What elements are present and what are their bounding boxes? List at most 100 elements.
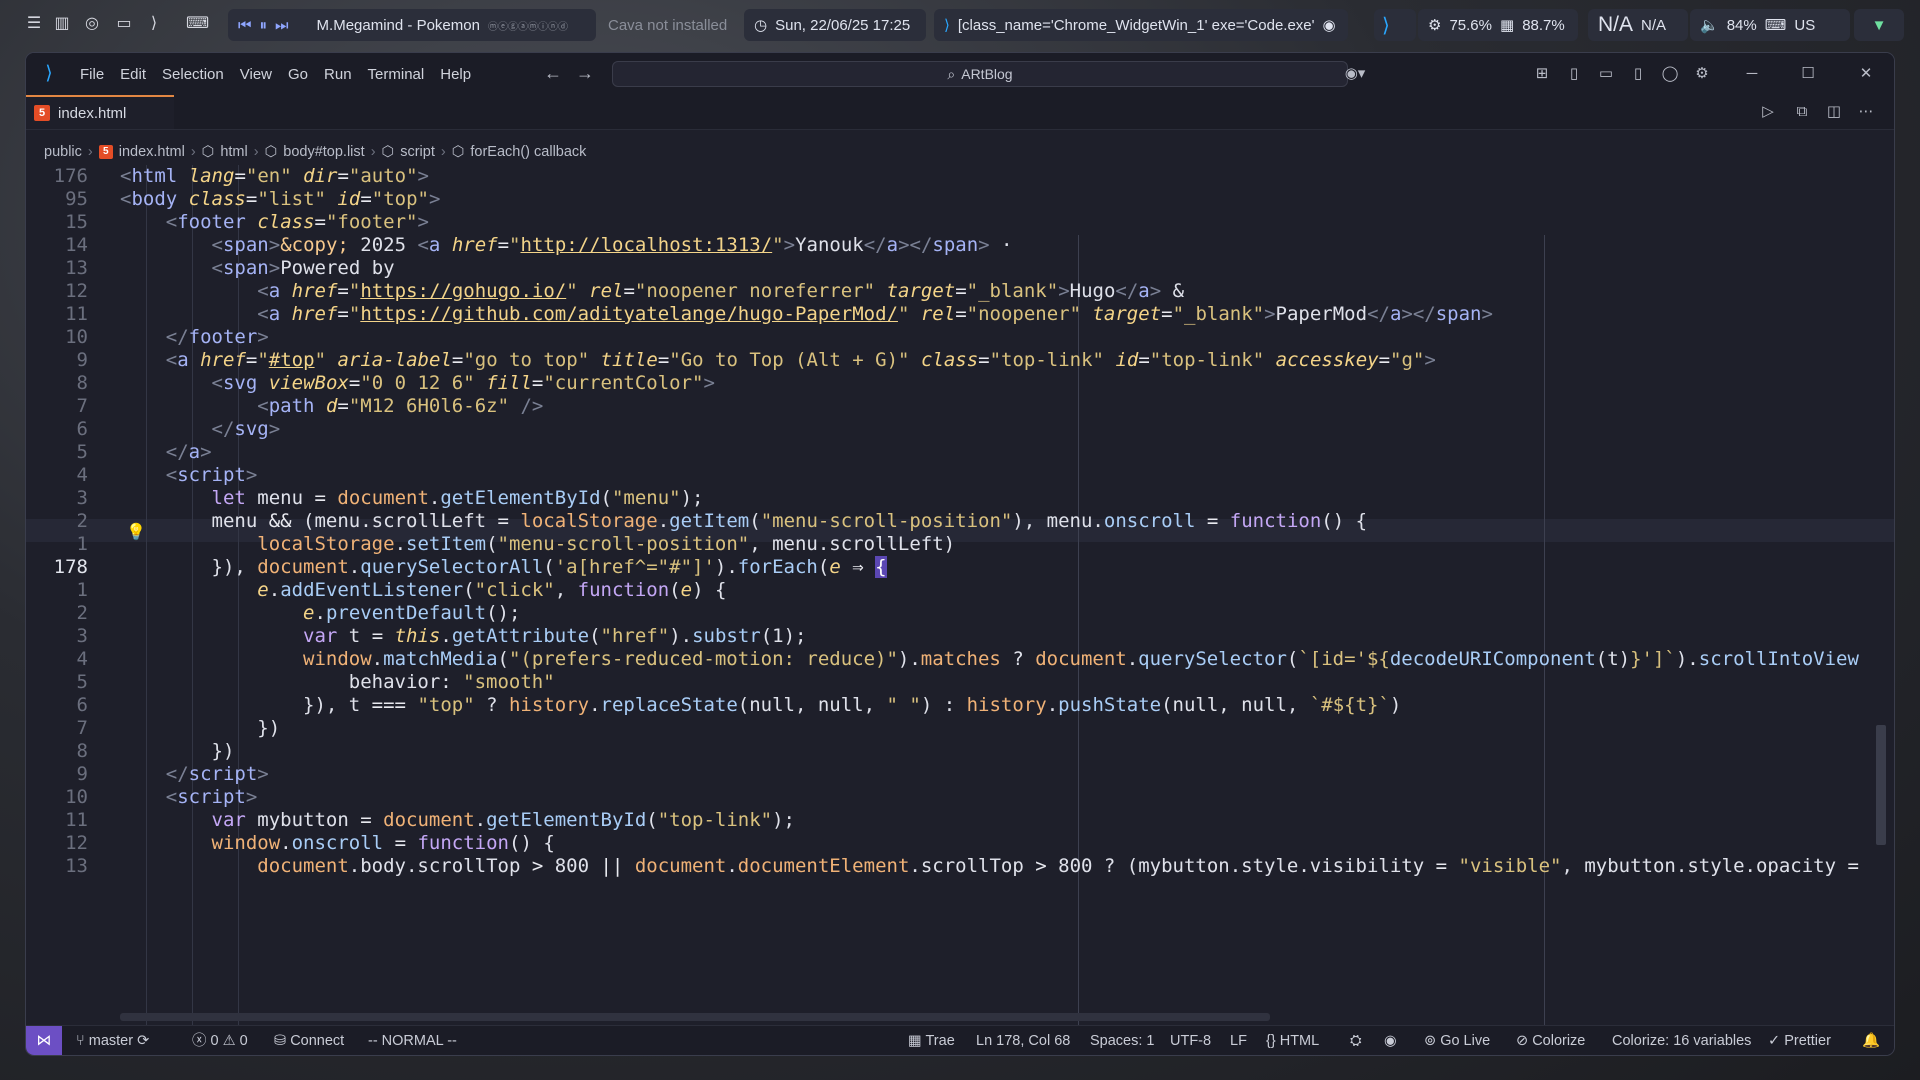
line-number: 7	[76, 395, 88, 417]
stats-icon[interactable]: ▥	[52, 14, 72, 34]
cursor-position[interactable]: Ln 178, Col 68	[976, 1026, 1070, 1055]
toggle-secondary-sidebar-icon[interactable]: ▯	[1628, 64, 1648, 84]
pause-icon[interactable]: ⏸	[260, 17, 268, 34]
error-icon: ⓧ	[192, 1033, 207, 1049]
language-mode[interactable]: {} HTML	[1266, 1026, 1319, 1055]
line-number: 2	[76, 602, 88, 624]
git-branch-icon: ⑂	[76, 1033, 85, 1049]
breadcrumb-html[interactable]: html	[220, 144, 247, 160]
indentation[interactable]: Spaces: 1	[1090, 1026, 1155, 1055]
prettier-label: Prettier	[1784, 1033, 1831, 1049]
menu-help[interactable]: Help	[432, 66, 479, 83]
horizontal-scrollbar[interactable]	[120, 1013, 1270, 1021]
keyboard-icon[interactable]: ⌨	[186, 14, 209, 34]
account-icon[interactable]: ◯	[1660, 64, 1680, 84]
encoding[interactable]: UTF-8	[1170, 1026, 1211, 1055]
vscode-icon: ⟩	[944, 17, 950, 34]
accounts-icon[interactable]: ⛭	[1350, 1026, 1362, 1055]
colorize-item[interactable]: ⊘ Colorize	[1516, 1026, 1585, 1055]
trae-icon: ▦	[908, 1033, 922, 1049]
breadcrumb-file[interactable]: index.html	[119, 144, 185, 160]
maximize-icon[interactable]: ☐	[1798, 64, 1818, 84]
breadcrumb-script[interactable]: script	[400, 144, 435, 160]
breadcrumb-public[interactable]: public	[44, 144, 82, 160]
line-number: 14	[65, 234, 88, 256]
line-number: 10	[65, 326, 88, 348]
trae-item[interactable]: ▦ Trae	[908, 1026, 955, 1055]
chevron-right-icon: ›	[190, 144, 196, 160]
media-title: M.Megamind - Pokemon	[316, 16, 480, 34]
wifi-widget[interactable]: ▼	[1854, 9, 1904, 41]
menu-run[interactable]: Run	[316, 66, 360, 83]
tab-index-html[interactable]: 5 index.html	[26, 95, 174, 129]
vscode-tray-icon[interactable]: ⟩	[144, 14, 164, 34]
next-track-icon[interactable]: ⏭	[275, 17, 289, 34]
browser-icon[interactable]: ◎	[82, 14, 102, 34]
memory-icon: ▦	[1500, 17, 1515, 34]
notifications-bell-icon[interactable]: 🔔	[1862, 1026, 1880, 1055]
more-actions-icon[interactable]: ⋯	[1856, 102, 1876, 122]
tab-label: index.html	[58, 104, 127, 122]
line-number: 176	[53, 165, 88, 187]
vscode-active-icon[interactable]: ⟩	[1374, 9, 1416, 41]
volume-lang-widget[interactable]: 🔈 84% ⌨ US	[1690, 9, 1850, 41]
cpu-value: 75.6%	[1449, 16, 1492, 34]
run-icon[interactable]: ▷	[1758, 102, 1778, 122]
vertical-scrollbar-thumb[interactable]	[1876, 725, 1886, 845]
end-of-line[interactable]: LF	[1230, 1026, 1247, 1055]
menu-view[interactable]: View	[232, 66, 280, 83]
toggle-panel-icon[interactable]: ▭	[1596, 64, 1616, 84]
customize-layout-icon[interactable]: ⊞	[1532, 64, 1552, 84]
branch-item[interactable]: ⑂ master ⟳	[76, 1026, 149, 1055]
memory-value: 88.7%	[1522, 16, 1565, 34]
problems-item[interactable]: ⓧ 0 ⚠ 0	[192, 1026, 248, 1055]
forward-arrow-icon[interactable]: →	[576, 63, 594, 84]
menu-bar: File Edit Selection View Go Run Terminal…	[72, 53, 479, 95]
clock-widget[interactable]: ◷ Sun, 22/06/25 17:25	[744, 9, 926, 41]
menu-go[interactable]: Go	[280, 66, 316, 83]
language-label: HTML	[1279, 1033, 1320, 1049]
active-window-widget[interactable]: ⟩ [class_name='Chrome_WidgetWin_1' exe='…	[934, 9, 1348, 41]
menu-file[interactable]: File	[72, 66, 112, 83]
code-editor[interactable]: 176 95 15 14 13 12 11 10 9 8 7 6 5 4 3 2 1 178 1 2 3 4 5 6 7 8 9 10…	[26, 165, 1894, 1025]
remote-indicator-icon[interactable]: ⋈	[26, 1026, 62, 1055]
go-live-item[interactable]: ⊚ Go Live	[1424, 1026, 1490, 1055]
warning-count: 0	[239, 1033, 248, 1049]
chevron-right-icon: ›	[370, 144, 376, 160]
toggle-sidebar-icon[interactable]: ▯	[1564, 64, 1584, 84]
previous-track-icon[interactable]: ⏮	[238, 17, 252, 34]
menu-edit[interactable]: Edit	[112, 66, 154, 83]
breadcrumb-body[interactable]: body#top.list	[283, 144, 364, 160]
menu-terminal[interactable]: Terminal	[360, 66, 433, 83]
line-number: 7	[76, 717, 88, 739]
copilot-status-icon[interactable]: ◉	[1384, 1026, 1397, 1055]
open-preview-icon[interactable]: ⧉	[1792, 102, 1812, 122]
close-icon[interactable]: ✕	[1856, 64, 1876, 84]
prettier-item[interactable]: ✓ Prettier	[1768, 1026, 1831, 1055]
line-number: 15	[65, 211, 88, 233]
window-info-text: [class_name='Chrome_WidgetWin_1' exe='Co…	[957, 16, 1315, 34]
menu-selection[interactable]: Selection	[154, 66, 232, 83]
copilot-icon[interactable]: ◉▾	[1340, 64, 1370, 84]
split-editor-icon[interactable]: ◫	[1824, 102, 1844, 122]
settings-gear-icon[interactable]: ⚙	[1692, 64, 1712, 84]
workspace-icon[interactable]: ☰	[24, 14, 44, 34]
lang-value: US	[1794, 16, 1816, 34]
minimize-icon[interactable]: ─	[1742, 64, 1762, 84]
line-number: 10	[65, 786, 88, 808]
check-icon: ✓	[1768, 1033, 1781, 1049]
line-number: 5	[76, 441, 88, 463]
chevron-right-icon: ›	[253, 144, 259, 160]
connect-label: Connect	[290, 1033, 345, 1049]
command-center[interactable]: ⌕ ARtBlog	[612, 61, 1348, 87]
line-number: 9	[76, 763, 88, 785]
vim-mode: -- NORMAL --	[368, 1033, 457, 1049]
terminal-icon[interactable]: ▭	[114, 14, 134, 34]
breadcrumb-callback[interactable]: forEach() callback	[470, 144, 586, 160]
cpu-icon: ⚙	[1428, 17, 1442, 34]
resource-widget: ⚙ 75.6% ▦ 88.7%	[1418, 9, 1578, 41]
connect-item[interactable]: ⛁ Connect	[274, 1026, 344, 1055]
colorize-variables[interactable]: Colorize: 16 variables	[1612, 1026, 1751, 1055]
line-number: 4	[76, 648, 88, 670]
back-arrow-icon[interactable]: ←	[544, 63, 562, 84]
